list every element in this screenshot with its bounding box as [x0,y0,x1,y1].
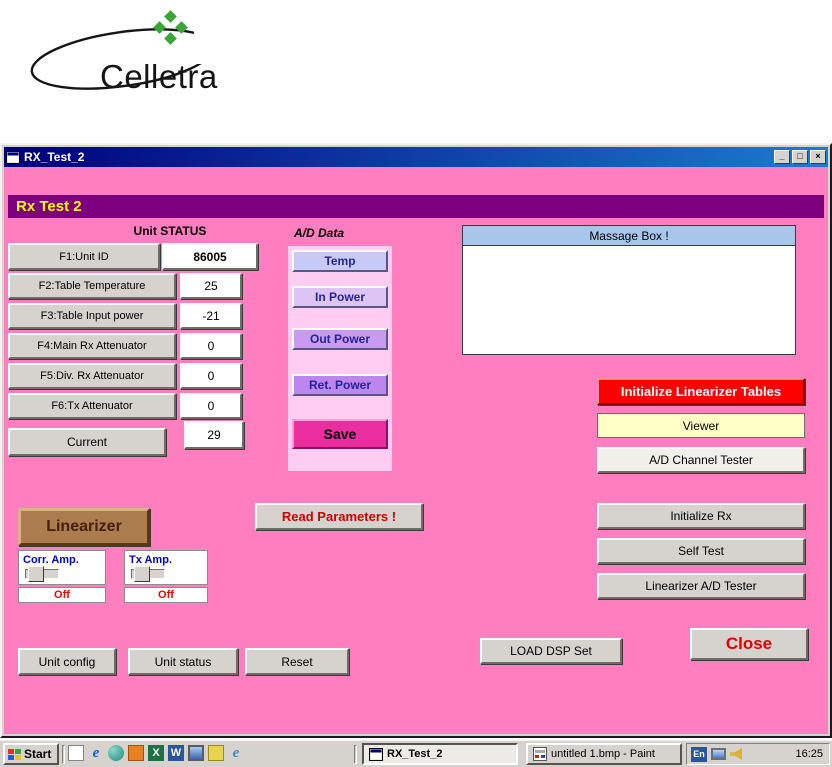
tx-amp-toggle[interactable] [131,566,165,582]
internet-explorer-icon[interactable]: e [88,745,104,761]
current-button[interactable]: Current [8,428,166,456]
tx-amp-toggle-knob[interactable] [134,566,150,582]
main-rx-attenuator-value: 0 [180,333,242,359]
read-parameters-button[interactable]: Read Parameters ! [255,503,423,530]
temp-channel-button[interactable]: Temp [292,250,388,272]
taskbar-divider [354,745,357,764]
start-button[interactable]: Start [3,743,59,765]
unit-status-button[interactable]: Unit status [128,648,238,675]
desktop: Celletra RX_Test_2 _ □ × Rx Test 2 Unit … [0,0,832,767]
in-power-channel-button[interactable]: In Power [292,286,388,308]
load-dsp-set-button[interactable]: LOAD DSP Set [480,638,622,664]
unit-id-value: 86005 [162,243,258,270]
div-rx-attenuator-value: 0 [180,363,242,389]
self-test-button[interactable]: Self Test [597,538,805,564]
maximize-icon[interactable]: □ [792,150,808,164]
paint-icon [533,747,547,761]
tx-amp-state: Off [124,587,208,603]
volume-icon[interactable] [730,748,742,760]
linearizer-ad-tester-button[interactable]: Linearizer A/D Tester [597,573,805,599]
quick-launch-bar: e X W e [68,745,248,761]
task-button-paint[interactable]: untitled 1.bmp - Paint [526,743,682,765]
window-client-area: Rx Test 2 Unit STATUS F1:Unit ID 86005 F… [4,167,828,734]
taskbar-divider [62,745,65,764]
excel-icon[interactable]: X [148,745,164,761]
linearizer-button[interactable]: Linearizer [18,508,150,546]
initialize-linearizer-tables-button[interactable]: Initialize Linearizer Tables [597,378,805,405]
window-title: RX_Test_2 [24,150,85,164]
document-icon[interactable] [68,745,84,761]
task-label: untitled 1.bmp - Paint [551,748,655,760]
corr-amp-toggle[interactable] [25,566,59,582]
f5-div-rx-attenuator-button[interactable]: F5:Div. Rx Attenuator [8,363,176,389]
table-input-power-value: -21 [180,303,242,329]
task-label: RX_Test_2 [387,748,443,760]
taskbar: Start e X W e RX_Test_2 untitled 1.bmp -… [0,740,832,767]
save-button[interactable]: Save [292,419,388,449]
close-icon[interactable]: × [810,150,826,164]
task-button-rx-test-2[interactable]: RX_Test_2 [362,743,518,765]
system-tray: En 16:25 [686,743,830,765]
f2-table-temperature-button[interactable]: F2:Table Temperature [8,273,176,299]
corr-amp-panel: Corr. Amp. Off [18,550,106,603]
celletra-logo: Celletra [30,10,272,95]
ad-channel-tester-button[interactable]: A/D Channel Tester [597,447,805,473]
windows-logo-icon [8,748,21,760]
tx-amp-label: Tx Amp. [129,554,172,566]
browser-icon[interactable]: e [228,745,244,761]
mail-icon[interactable] [208,745,224,761]
display-icon[interactable] [188,745,204,761]
clover-icon [153,10,188,45]
f4-main-rx-attenuator-button[interactable]: F4:Main Rx Attenuator [8,333,176,359]
unit-config-button[interactable]: Unit config [18,648,116,675]
media-app-icon[interactable] [128,745,144,761]
display-settings-icon[interactable] [711,748,726,760]
viewer-button[interactable]: Viewer [597,413,805,438]
message-box-content [463,246,795,354]
message-box: Massage Box ! [462,225,796,355]
corr-amp-state: Off [18,587,106,603]
brand-name: Celletra [100,58,218,95]
reset-button[interactable]: Reset [245,648,349,675]
initialize-rx-button[interactable]: Initialize Rx [597,503,805,529]
globe-icon[interactable] [108,745,124,761]
f3-table-input-power-button[interactable]: F3:Table Input power [8,303,176,329]
close-button[interactable]: Close [690,628,808,660]
minimize-icon[interactable]: _ [774,150,790,164]
window-titlebar: RX_Test_2 _ □ × [4,147,828,167]
f6-tx-attenuator-button[interactable]: F6:Tx Attenuator [8,393,176,419]
tx-attenuator-value: 0 [180,393,242,419]
corr-amp-toggle-knob[interactable] [28,566,44,582]
keyboard-layout-indicator[interactable]: En [691,746,707,762]
f1-unit-id-button[interactable]: F1:Unit ID [8,243,160,270]
ad-data-header: A/D Data [294,226,345,240]
page-title: Rx Test 2 [8,195,824,218]
app-icon [6,150,20,164]
word-icon[interactable]: W [168,745,184,761]
ret-power-channel-button[interactable]: Ret. Power [292,374,388,396]
current-value: 29 [184,421,244,449]
app-window: RX_Test_2 _ □ × Rx Test 2 Unit STATUS F1… [0,143,832,738]
tx-amp-panel: Tx Amp. Off [124,550,208,603]
corr-amp-label: Corr. Amp. [23,554,79,566]
unit-status-header: Unit STATUS [133,224,207,238]
message-box-title: Massage Box ! [463,226,795,246]
start-label: Start [24,747,52,761]
out-power-channel-button[interactable]: Out Power [292,328,388,350]
table-temperature-value: 25 [180,273,242,299]
window-task-icon [369,747,383,761]
clock: 16:25 [795,748,823,760]
